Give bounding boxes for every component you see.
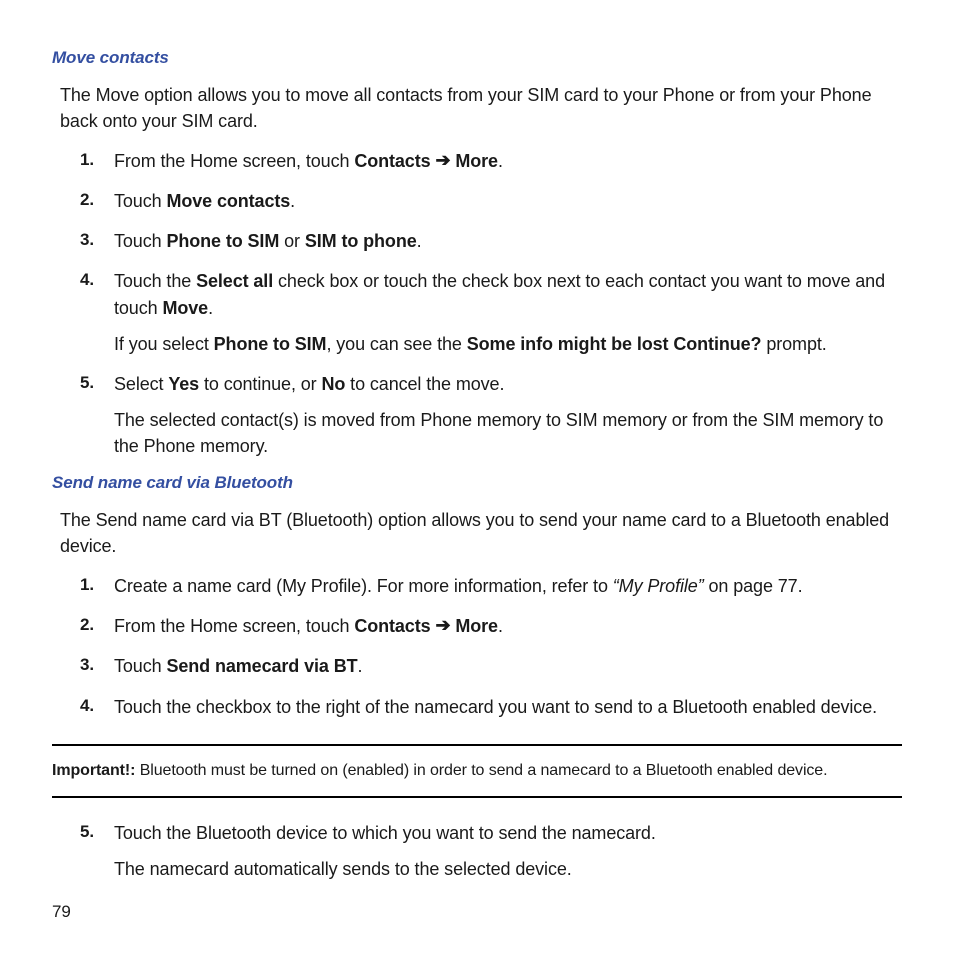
text: Touch the (114, 271, 196, 291)
phone-to-sim-label: Phone to SIM (166, 231, 279, 251)
step-5-continued: The namecard automatically sends to the … (114, 856, 902, 882)
yes-label: Yes (168, 374, 199, 394)
step-5: Touch the Bluetooth device to which you … (80, 820, 902, 882)
step-4-continued: If you select Phone to SIM, you can see … (114, 331, 902, 357)
text: From the Home screen, touch (114, 151, 354, 171)
text: Touch (114, 191, 166, 211)
text: on page 77. (704, 576, 803, 596)
step-5-continued: The selected contact(s) is moved from Ph… (114, 407, 902, 459)
text: . (290, 191, 295, 211)
arrow-icon: ➔ (435, 612, 450, 638)
text: . (358, 656, 363, 676)
more-label: More (455, 616, 498, 636)
text: prompt. (761, 334, 826, 354)
manual-page: Move contacts The Move option allows you… (0, 0, 954, 954)
send-namecard-label: Send namecard via BT (166, 656, 357, 676)
text: , you can see the (326, 334, 466, 354)
heading-send-name-card: Send name card via Bluetooth (52, 473, 902, 493)
step-4: Touch the checkbox to the right of the n… (80, 694, 902, 720)
text: . (208, 298, 213, 318)
prompt-label: Some info might be lost Continue? (467, 334, 762, 354)
text: to cancel the move. (345, 374, 504, 394)
text: . (498, 151, 503, 171)
important-text: Bluetooth must be turned on (enabled) in… (135, 762, 827, 779)
move-contacts-label: Move contacts (166, 191, 290, 211)
contacts-label: Contacts (354, 616, 430, 636)
move-label: Move (162, 298, 208, 318)
text: or (279, 231, 305, 251)
intro-move-contacts: The Move option allows you to move all c… (60, 82, 902, 134)
no-label: No (321, 374, 345, 394)
step-3: Touch Send namecard via BT. (80, 653, 902, 679)
step-2: Touch Move contacts. (80, 188, 902, 214)
arrow-icon: ➔ (435, 147, 450, 173)
step-5: Select Yes to continue, or No to cancel … (80, 371, 902, 459)
step-4: Touch the Select all check box or touch … (80, 268, 902, 356)
text: Touch (114, 656, 166, 676)
select-all-label: Select all (196, 271, 273, 291)
text: . (417, 231, 422, 251)
text: Create a name card (My Profile). For mor… (114, 576, 613, 596)
text: Touch the checkbox to the right of the n… (114, 697, 877, 717)
step-2: From the Home screen, touch Contacts ➔ M… (80, 613, 902, 639)
important-label: Important!: (52, 762, 135, 779)
phone-to-sim-label: Phone to SIM (214, 334, 327, 354)
heading-move-contacts: Move contacts (52, 48, 902, 68)
step-1: From the Home screen, touch Contacts ➔ M… (80, 148, 902, 174)
step-3: Touch Phone to SIM or SIM to phone. (80, 228, 902, 254)
more-label: More (455, 151, 498, 171)
sim-to-phone-label: SIM to phone (305, 231, 417, 251)
text: From the Home screen, touch (114, 616, 354, 636)
steps-move-contacts: From the Home screen, touch Contacts ➔ M… (52, 148, 902, 459)
text: Touch (114, 231, 166, 251)
intro-send-name-card: The Send name card via BT (Bluetooth) op… (60, 507, 902, 559)
text: Select (114, 374, 168, 394)
text: Touch the Bluetooth device to which you … (114, 823, 656, 843)
text: to continue, or (199, 374, 321, 394)
text: If you select (114, 334, 214, 354)
page-number: 79 (52, 902, 71, 922)
text: . (498, 616, 503, 636)
contacts-label: Contacts (354, 151, 430, 171)
steps-send-name-card-cont: Touch the Bluetooth device to which you … (52, 820, 902, 882)
steps-send-name-card: Create a name card (My Profile). For mor… (52, 573, 902, 719)
important-note: Important!: Bluetooth must be turned on … (52, 744, 902, 798)
my-profile-ref: “My Profile” (613, 576, 704, 596)
step-1: Create a name card (My Profile). For mor… (80, 573, 902, 599)
